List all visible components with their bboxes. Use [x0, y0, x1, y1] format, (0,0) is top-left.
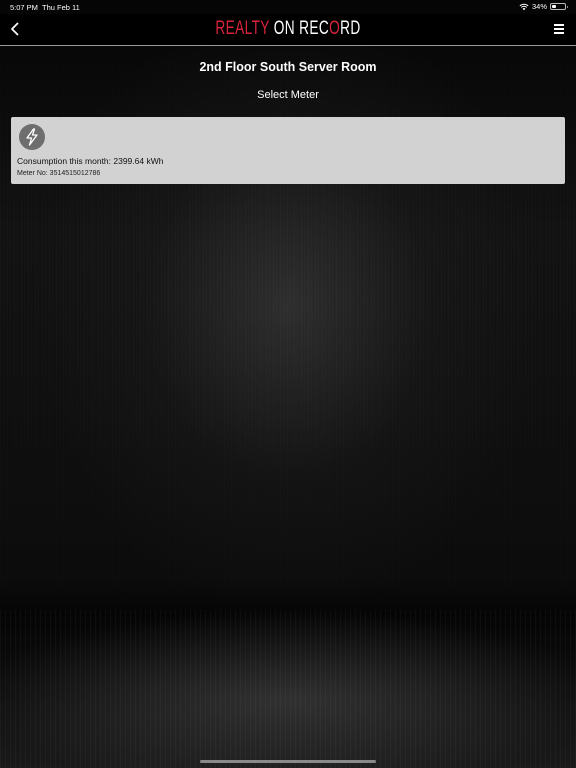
- meter-consumption: Consumption this month: 2399.64 kWh: [17, 156, 164, 166]
- menu-line: [554, 28, 564, 30]
- wifi-icon: [519, 3, 529, 11]
- lightning-bolt-icon: [19, 124, 45, 150]
- battery-fill: [552, 5, 556, 8]
- meter-number: Meter No: 3514515012786: [17, 170, 101, 177]
- back-button[interactable]: [6, 19, 22, 39]
- page-title: 2nd Floor South Server Room: [199, 60, 377, 74]
- background-floor: [0, 610, 576, 768]
- battery-icon: [550, 3, 568, 10]
- status-indicators: 34%: [519, 2, 568, 11]
- logo-on-rec: ON REC: [273, 18, 330, 39]
- page-subtitle: Select Meter: [257, 89, 319, 101]
- app-logo: REALTY ON RECORD: [81, 18, 496, 40]
- status-time: 5:07 PM: [10, 3, 38, 12]
- status-bar: 5:07 PM Thu Feb 11 34%: [0, 0, 576, 14]
- menu-line: [554, 24, 564, 26]
- battery-percent: 34%: [531, 2, 547, 11]
- hamburger-menu-button[interactable]: [554, 21, 568, 37]
- chevron-left-icon: [10, 22, 18, 36]
- logo-realty: REALTY: [215, 18, 270, 39]
- home-indicator: [200, 760, 376, 763]
- meter-card[interactable]: Consumption this month: 2399.64 kWh Mete…: [11, 117, 565, 184]
- battery-nub: [566, 5, 568, 8]
- logo-o: O: [329, 18, 341, 39]
- menu-line: [554, 32, 564, 34]
- logo-rd: RD: [340, 18, 361, 39]
- nav-bar: REALTY ON RECORD: [0, 14, 576, 46]
- status-date: Thu Feb 11: [42, 3, 80, 12]
